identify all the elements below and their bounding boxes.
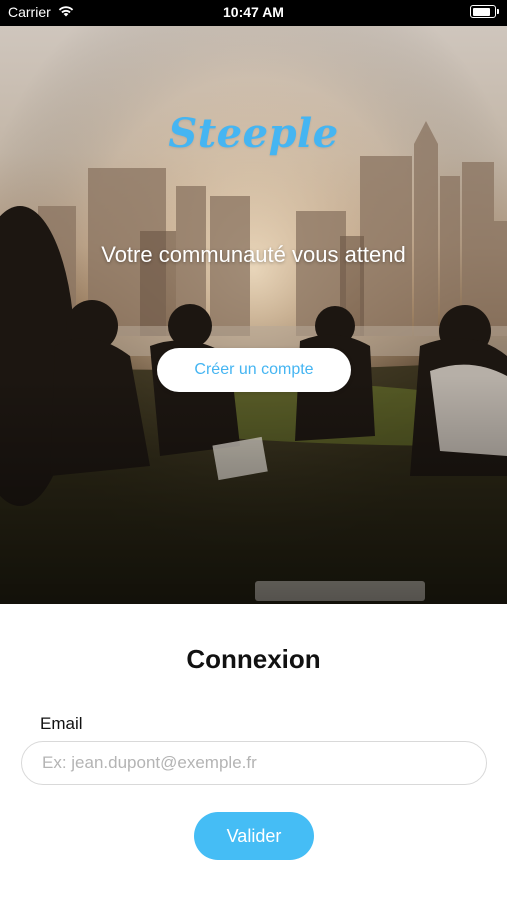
create-account-button[interactable]: Créer un compte (157, 348, 351, 392)
status-bar: Carrier 10:47 AM (0, 0, 507, 26)
email-label: Email (40, 714, 83, 733)
brand-logo: Steeple (168, 110, 339, 157)
email-field[interactable] (21, 741, 487, 785)
login-title: Connexion (186, 644, 321, 674)
status-right (470, 5, 499, 18)
submit-button[interactable]: Valider (194, 812, 314, 860)
status-time: 10:47 AM (223, 4, 284, 20)
hero-tagline: Votre communauté vous attend (101, 242, 406, 267)
battery-fill (472, 7, 491, 16)
battery-icon (470, 5, 496, 18)
battery-tip (497, 9, 499, 14)
hero-banner: Steeple Votre communauté vous attend Cré… (0, 26, 507, 604)
